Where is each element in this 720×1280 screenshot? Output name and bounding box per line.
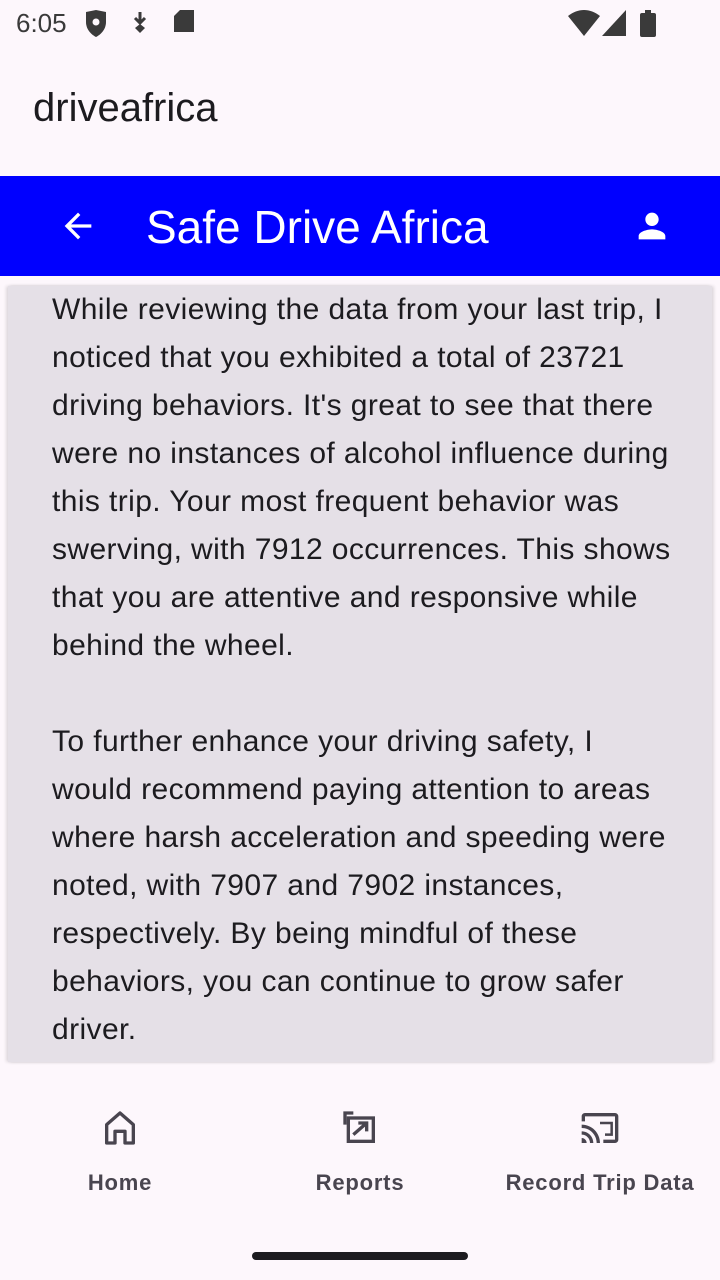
battery-icon — [640, 10, 656, 37]
cast-icon — [580, 1108, 620, 1148]
nav-item-home[interactable]: Home — [0, 1072, 240, 1212]
screen-title: Safe Drive Africa — [146, 201, 489, 253]
nav-item-reports[interactable]: Reports — [240, 1072, 480, 1212]
wifi-icon — [568, 10, 600, 36]
status-bar: 6:05 — [0, 0, 720, 50]
report-card[interactable]: While reviewing the data from your last … — [8, 286, 712, 1062]
app-title: driveafrica — [33, 86, 218, 130]
top-app-bar: Safe Drive Africa — [0, 176, 720, 276]
person-icon[interactable] — [632, 206, 672, 246]
nav-label-record-trip-data: Record Trip Data — [505, 1170, 695, 1195]
back-arrow-icon[interactable] — [58, 206, 98, 246]
status-icons-left — [84, 10, 204, 45]
bottom-navigation: Home Reports Record Trip Data — [0, 1072, 720, 1280]
status-icons-right — [568, 10, 668, 45]
shield-icon — [86, 10, 106, 37]
gesture-navigation-bar[interactable] — [252, 1252, 468, 1260]
report-paragraph-1: While reviewing the data from your last … — [52, 293, 671, 662]
download-icon — [133, 12, 147, 33]
home-icon — [100, 1108, 140, 1148]
nav-label-reports: Reports — [315, 1170, 405, 1195]
nav-label-home: Home — [87, 1170, 153, 1195]
sd-card-icon — [174, 10, 194, 32]
status-time: 6:05 — [16, 8, 67, 38]
report-text: While reviewing the data from your last … — [52, 286, 672, 1062]
signal-icon — [602, 10, 626, 36]
report-paragraph-2: To further enhance your driving safety, … — [52, 725, 666, 1046]
reports-icon — [340, 1108, 380, 1148]
nav-item-record-trip-data[interactable]: Record Trip Data — [480, 1072, 720, 1212]
